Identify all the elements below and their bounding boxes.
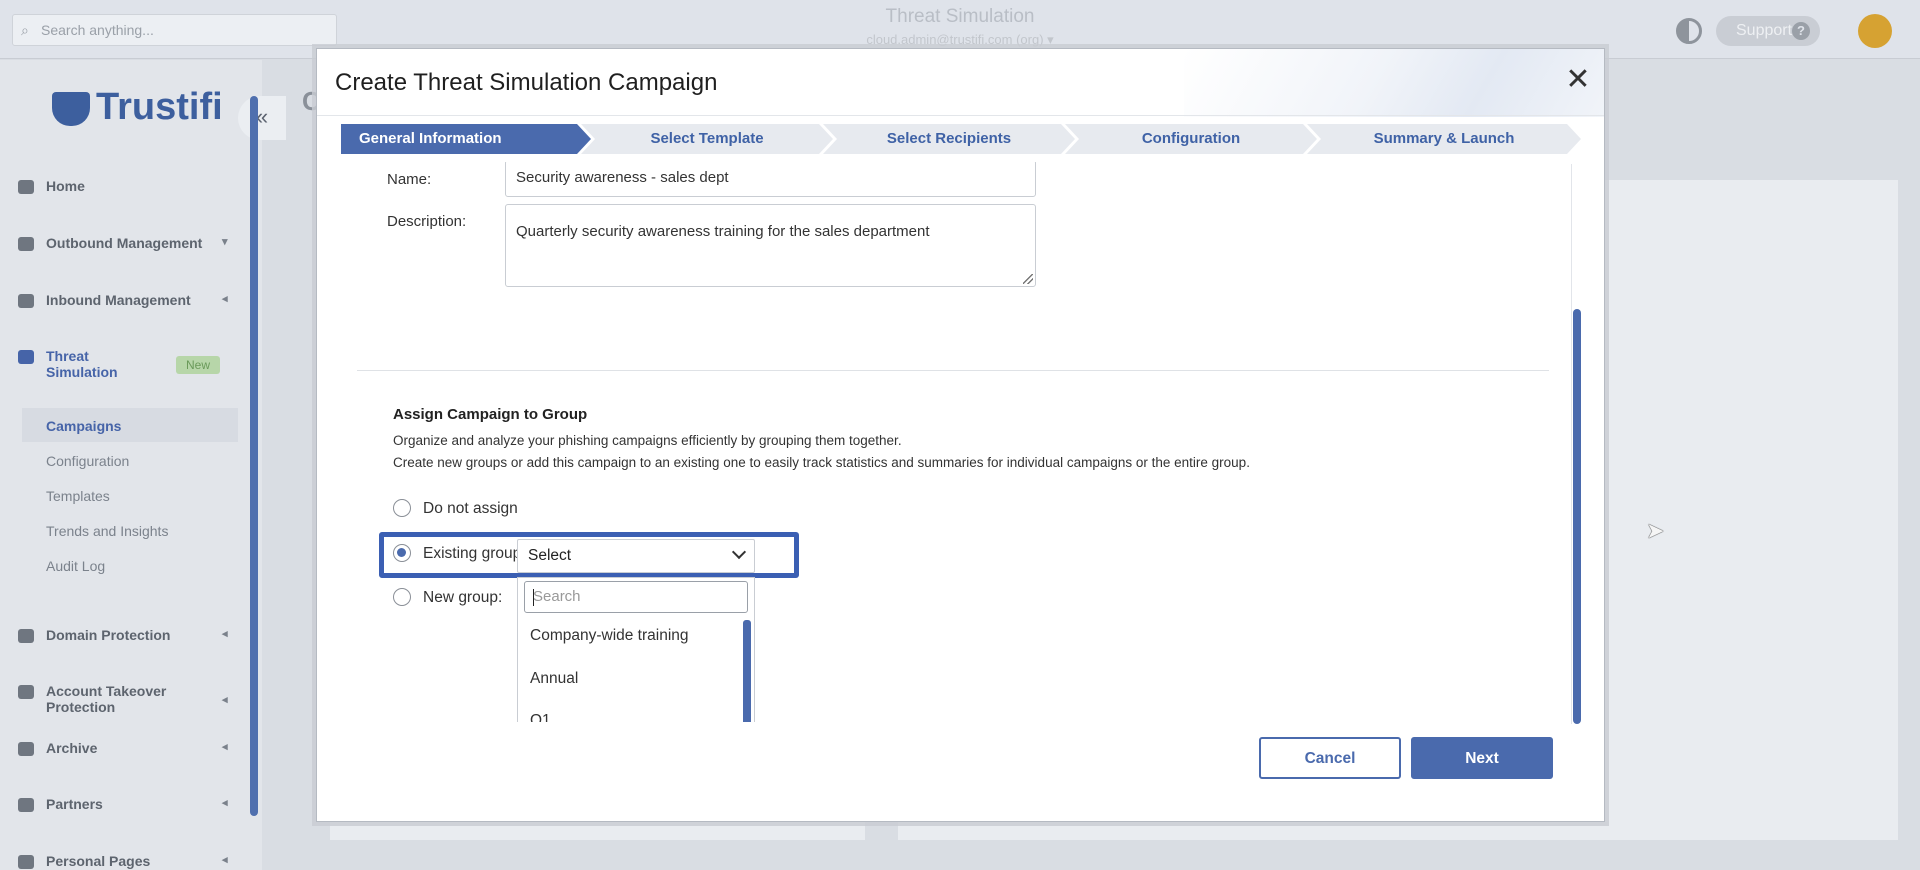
- dropdown-option[interactable]: Company-wide training: [530, 627, 689, 645]
- sidebar-item-label: Personal Pages: [46, 853, 151, 869]
- contrast-icon[interactable]: [1676, 18, 1702, 44]
- avatar[interactable]: [1858, 14, 1892, 48]
- description-field[interactable]: Quarterly security awareness training fo…: [505, 204, 1036, 287]
- header-decoration: [1184, 49, 1604, 117]
- select-value: Select: [528, 547, 572, 564]
- chevron-left-icon: ◂: [222, 628, 228, 640]
- user-icon: [18, 294, 34, 309]
- dropdown-option[interactable]: Q1: [530, 712, 551, 722]
- group-section-title: Assign Campaign to Group: [393, 406, 588, 423]
- radio-label: Existing group:: [423, 545, 526, 562]
- step-configuration[interactable]: Configuration: [1065, 124, 1317, 154]
- close-icon[interactable]: ✕: [1563, 65, 1593, 95]
- handshake-icon: [18, 798, 34, 813]
- group-description-line1: Organize and analyze your phishing campa…: [393, 433, 902, 448]
- chevron-left-icon: ◂: [222, 797, 228, 809]
- step-select-template[interactable]: Select Template: [581, 124, 833, 154]
- top-title: Threat Simulation: [885, 6, 1035, 27]
- next-button[interactable]: Next: [1411, 737, 1553, 779]
- sidebar-item-archive[interactable]: Archive ◂: [18, 740, 228, 757]
- dropdown-search-placeholder: Search: [533, 588, 581, 605]
- sidebar-item-inbound[interactable]: Inbound Management ◂: [18, 292, 228, 309]
- radio-button[interactable]: [393, 499, 411, 517]
- wizard-stepper: General Information Select Template Sele…: [341, 124, 1581, 154]
- create-campaign-dialog: Create Threat Simulation Campaign ✕ Gene…: [316, 48, 1605, 822]
- support-label: Support: [1736, 22, 1793, 39]
- sidebar-item-domain-protection[interactable]: Domain Protection ◂: [18, 627, 228, 644]
- sidebar-item-label: Account Takeover Protection: [46, 683, 167, 715]
- sidebar-item-personal-pages[interactable]: Personal Pages ◂: [18, 853, 228, 870]
- sidebar-sub-configuration[interactable]: Configuration: [46, 453, 129, 469]
- radio-label: New group:: [423, 589, 503, 606]
- scrollbar-thumb[interactable]: [1573, 309, 1581, 724]
- new-badge: New: [176, 356, 220, 374]
- chevron-left-icon: ◂: [222, 741, 228, 753]
- step-select-recipients[interactable]: Select Recipients: [823, 124, 1075, 154]
- section-divider: [357, 370, 1549, 371]
- trustifi-logo-icon: [52, 92, 90, 126]
- sidebar-item-outbound[interactable]: Outbound Management ▾: [18, 235, 228, 252]
- sidebar-item-home[interactable]: Home: [18, 178, 85, 195]
- step-summary-launch[interactable]: Summary & Launch: [1307, 124, 1581, 154]
- description-text: Quarterly security awareness training fo…: [516, 223, 930, 240]
- sidebar-item-label: Home: [46, 178, 85, 194]
- archive-icon: [18, 742, 34, 757]
- logo: Trustifi: [96, 86, 223, 128]
- account-selector[interactable]: cloud.admin@trustifi.com (org) ▾: [0, 32, 1920, 48]
- sidebar-item-label: Threat Simulation: [46, 348, 118, 380]
- sidebar-item-partners[interactable]: Partners ◂: [18, 796, 228, 813]
- step-general-information[interactable]: General Information: [341, 124, 591, 154]
- radio-label: Do not assign: [423, 500, 518, 517]
- text-caret: [533, 589, 534, 606]
- cancel-button[interactable]: Cancel: [1259, 737, 1401, 779]
- mouse-cursor-icon: ➤: [1646, 518, 1665, 543]
- hook-icon: [18, 350, 34, 365]
- sidebar-item-label: Archive: [46, 740, 98, 756]
- chevron-left-icon: ◂: [222, 293, 228, 305]
- chevron-left-icon: ◂: [222, 854, 228, 866]
- form-scrollbar[interactable]: [1571, 164, 1581, 724]
- sidebar-item-account-takeover[interactable]: Account Takeover Protection ◂: [18, 683, 228, 715]
- description-label: Description:: [387, 213, 467, 230]
- existing-group-select[interactable]: Select: [517, 539, 755, 573]
- chevron-down-icon: ▾: [222, 236, 228, 248]
- group-dropdown-menu: Search Company-wide training Annual Q1 Q…: [517, 577, 755, 722]
- sidebar-item-label: Outbound Management: [46, 235, 203, 251]
- chevron-left-icon: ◂: [222, 694, 228, 706]
- sidebar-sub-audit-log[interactable]: Audit Log: [46, 558, 105, 574]
- shield-icon: [18, 237, 34, 252]
- general-information-form: Name: Security awareness - sales dept De…: [341, 162, 1581, 722]
- person-icon: [18, 855, 34, 870]
- chevron-down-icon: [731, 544, 747, 560]
- sidebar-item-label: Inbound Management: [46, 292, 191, 308]
- lock-icon: [18, 629, 34, 644]
- dropdown-scrollbar[interactable]: [743, 620, 751, 722]
- sidebar-item-label: Domain Protection: [46, 627, 171, 643]
- sidebar-sub-trends[interactable]: Trends and Insights: [46, 523, 168, 539]
- divider: [317, 115, 1604, 116]
- radio-button[interactable]: [393, 544, 411, 562]
- sidebar-scrollbar[interactable]: [250, 96, 258, 816]
- sidebar-sub-campaigns[interactable]: Campaigns: [46, 418, 121, 434]
- help-icon: ?: [1792, 22, 1810, 40]
- dropdown-search-input[interactable]: Search: [524, 581, 748, 613]
- sidebar-item-label: Partners: [46, 796, 103, 812]
- radio-button[interactable]: [393, 588, 411, 606]
- name-label: Name:: [387, 171, 432, 188]
- dialog-title: Create Threat Simulation Campaign: [335, 69, 718, 96]
- resize-handle-icon[interactable]: [1023, 274, 1033, 284]
- group-description-line2: Create new groups or add this campaign t…: [393, 455, 1250, 470]
- home-icon: [18, 180, 34, 195]
- user-lock-icon: [18, 685, 34, 700]
- dropdown-option[interactable]: Annual: [530, 670, 578, 688]
- sidebar-sub-templates[interactable]: Templates: [46, 488, 110, 504]
- name-field[interactable]: Security awareness - sales dept: [505, 162, 1036, 197]
- sidebar-item-threat-simulation[interactable]: Threat Simulation: [18, 348, 178, 380]
- support-button[interactable]: Support ?: [1716, 16, 1820, 46]
- collapse-sidebar-button[interactable]: «: [238, 96, 286, 140]
